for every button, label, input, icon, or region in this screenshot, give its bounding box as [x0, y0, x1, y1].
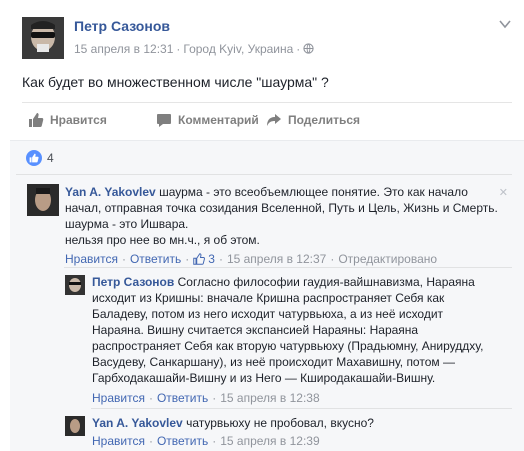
replier-name[interactable]: Yan A. Yakovlev [92, 416, 183, 430]
share-button[interactable]: Поделиться [266, 108, 360, 132]
share-arrow-icon [267, 114, 281, 126]
comment-actions: Нравится · Ответить · 3 · 15 апреля в 12:37… [65, 252, 438, 266]
like-label: Нравится [50, 113, 107, 127]
post-meta: 15 апреля в 12:31 · Город Kyiv, Украина · [74, 42, 314, 56]
share-label: Поделиться [288, 113, 361, 127]
divider [22, 102, 512, 103]
comment-label: Комментарий [178, 113, 259, 127]
comment-date[interactable]: 15 апреля в 12:37 [227, 252, 326, 266]
action-bar: Нравится Комментарий Поделиться [22, 108, 512, 132]
globe-icon [303, 43, 314, 54]
thumbs-up-icon [29, 113, 44, 127]
reply-reply-link[interactable]: Ответить [157, 434, 208, 448]
commenter-avatar[interactable] [27, 184, 59, 216]
divider [64, 267, 512, 268]
replier-name[interactable]: Петр Сазонов [92, 275, 174, 289]
avatar-photo-icon [22, 17, 64, 59]
like-button[interactable]: Нравится [28, 108, 107, 132]
reply-actions: Нравится · Ответить · 15 апреля в 12:38 [92, 391, 320, 405]
reply-text: Yan A. Yakovlev чатурвьюху не пробовал, … [92, 416, 374, 430]
post-text: Как будет во множественном числе "шаурма… [22, 74, 329, 90]
post-header: Петр Сазонов 15 апреля в 12:31 · Город Kyi… [22, 17, 512, 61]
reply-actions: Нравится · Ответить · 15 апреля в 12:39 [92, 434, 320, 448]
reactions-count: 4 [47, 151, 54, 165]
chevron-down-icon[interactable] [498, 17, 512, 31]
like-reaction-icon [26, 150, 42, 166]
thumbs-up-icon [193, 253, 206, 265]
reply-like-link[interactable]: Нравится [92, 391, 145, 405]
reactions-summary[interactable]: 4 [26, 150, 54, 166]
reply-reply-link[interactable]: Ответить [157, 391, 208, 405]
post-location[interactable]: Город Kyiv, Украина [183, 42, 293, 56]
comment-button[interactable]: Комментарий [156, 108, 259, 132]
comment-bubble-icon [157, 114, 171, 127]
edited-label[interactable]: Отредактировано [338, 252, 437, 266]
reply-avatar[interactable] [65, 275, 85, 295]
reply-like-link[interactable]: Нравится [92, 434, 145, 448]
reply-avatar[interactable] [65, 416, 85, 436]
comment-likes[interactable]: 3 [193, 252, 215, 266]
author-avatar[interactable] [22, 17, 64, 59]
reply-date[interactable]: 15 апреля в 12:39 [220, 434, 319, 448]
comment-like-link[interactable]: Нравится [65, 252, 118, 266]
commenter-name[interactable]: Yan A. Yakovlev [65, 185, 156, 199]
post-author-name[interactable]: Петр Сазонов [74, 18, 170, 34]
comments-section: 4 ✕ Yan A. Yakovlev шаурма - это всеобъе… [10, 140, 524, 451]
comment-reply-link[interactable]: Ответить [130, 252, 181, 266]
divider [16, 174, 512, 175]
reply-text: Петр Сазонов Согласно философии гаудия-в… [92, 275, 484, 385]
post-date[interactable]: 15 апреля в 12:31 [74, 42, 173, 56]
divider [91, 408, 512, 409]
reply-date[interactable]: 15 апреля в 12:38 [220, 391, 319, 405]
comment-text: Yan A. Yakovlev шаурма - это всеобъемлющ… [65, 185, 498, 247]
